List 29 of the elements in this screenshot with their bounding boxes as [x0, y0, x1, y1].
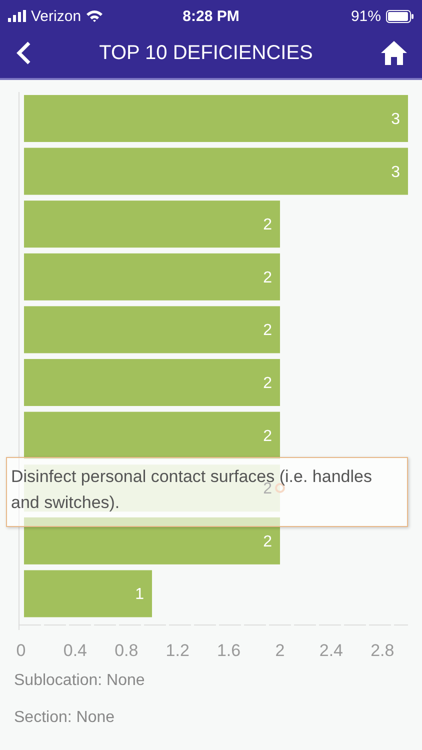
- value-label: 2: [263, 322, 272, 340]
- detail-text: Sublocation: None: [13, 670, 146, 690]
- carrier-name: Verizon: [31, 8, 82, 24]
- detail-text: Section: None: [13, 708, 116, 728]
- value-label: 2: [263, 375, 272, 392]
- value-label: 3: [391, 111, 400, 128]
- value-label: 2: [263, 428, 272, 445]
- axis-tick-label: 1.2: [166, 641, 190, 660]
- value-label: 1: [135, 586, 144, 604]
- home-icon[interactable]: [380, 40, 408, 66]
- axis-tick-label: 0.4: [63, 641, 88, 660]
- axis-tick-label: 2.8: [370, 641, 394, 660]
- axis-tick-label: 2: [275, 641, 285, 660]
- screen-title: TOP 10 DEFICIENCIES: [99, 42, 313, 64]
- clock-time: 8:28 PM: [182, 8, 240, 24]
- battery-icon: [386, 10, 414, 22]
- value-label: 2: [263, 269, 272, 286]
- value-label: 2: [263, 216, 272, 234]
- battery-percent: 91%: [350, 8, 381, 24]
- wifi-icon: [86, 10, 104, 22]
- back-icon[interactable]: [16, 41, 32, 65]
- axis-tick-label: 1.6: [216, 641, 241, 660]
- axis-tick-label: 2.4: [319, 641, 344, 660]
- value-label: 2: [263, 533, 272, 550]
- value-label: 3: [391, 164, 400, 181]
- value-label: 2: [263, 480, 272, 498]
- signal-icon: [8, 10, 26, 22]
- axis-tick-label: 0.8: [114, 641, 138, 660]
- axis-tick-label: 0: [16, 641, 26, 660]
